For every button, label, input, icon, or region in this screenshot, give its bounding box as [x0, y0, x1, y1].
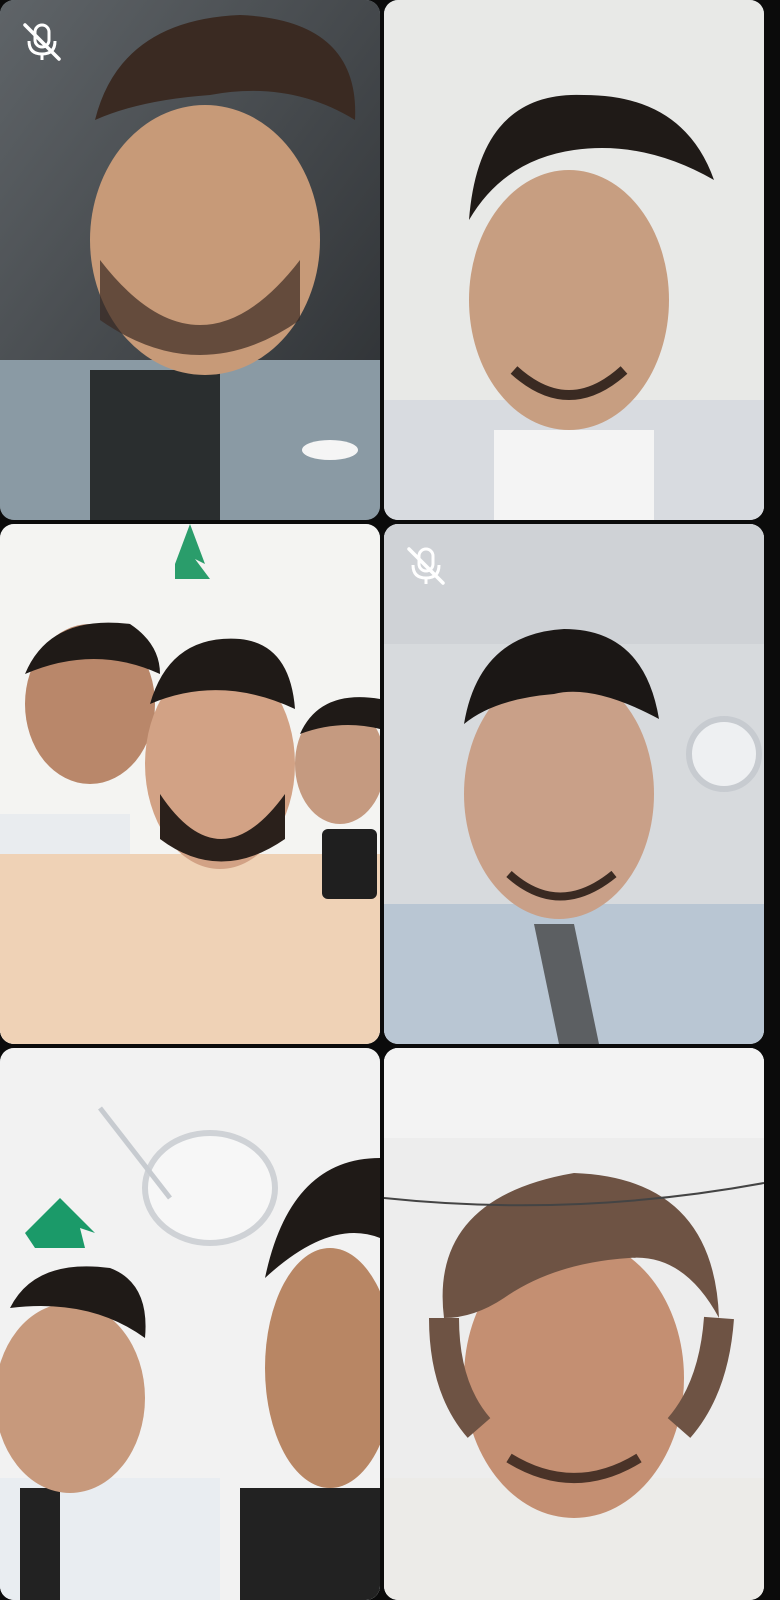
participant-tile-3[interactable] [0, 524, 380, 1044]
video-frame [384, 0, 764, 520]
video-frame [384, 1048, 764, 1600]
video-frame [0, 524, 380, 1044]
participant-tile-6[interactable] [384, 1048, 764, 1600]
microphone-off-icon [18, 18, 66, 66]
participant-tile-5[interactable] [0, 1048, 380, 1600]
video-frame [384, 524, 764, 1044]
microphone-off-icon [402, 542, 450, 590]
video-call-grid [0, 0, 780, 1600]
participant-tile-1[interactable] [0, 0, 380, 520]
participant-tile-4[interactable] [384, 524, 764, 1044]
video-frame [0, 0, 380, 520]
video-frame [0, 1048, 380, 1600]
participant-tile-2[interactable] [384, 0, 764, 520]
